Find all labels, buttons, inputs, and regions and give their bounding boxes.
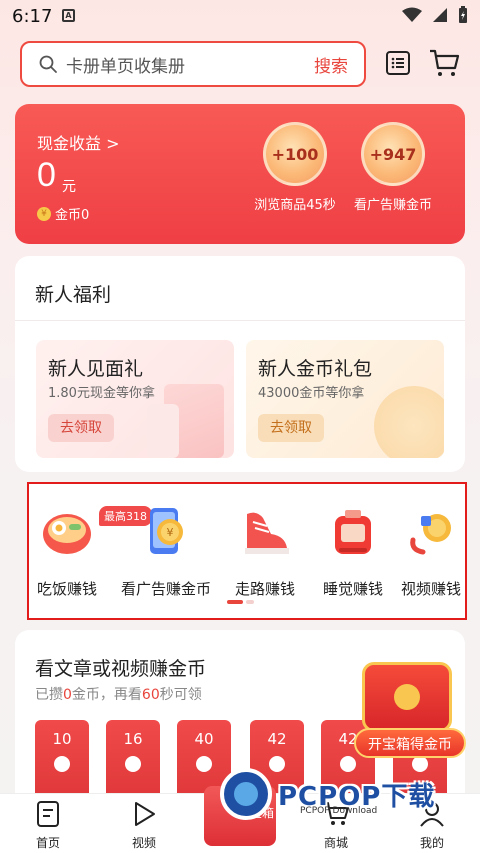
coin-icon: ¥ <box>37 206 51 221</box>
envelope-seal <box>125 756 141 772</box>
svg-text:¥: ¥ <box>167 526 174 539</box>
app-notification-icon: A <box>62 9 75 22</box>
reward-value: +100 <box>271 144 319 164</box>
status-time: 6:17 <box>12 6 53 27</box>
earn-tasks-row: 最高318 吃饭赚钱 ¥ 看广告赚金币 走路赚钱 睡觉赚钱 视频赚钱 <box>27 482 467 620</box>
gift-card-coins[interactable]: 新人金币礼包 43000金币等你拿 去领取 <box>246 340 444 458</box>
subtitle-text: 金币，再看 <box>71 687 142 703</box>
coin-balance-label: 金币0 <box>55 208 90 223</box>
red-envelope-illustration <box>147 404 179 458</box>
tab-mall[interactable]: 商城 <box>306 800 366 851</box>
reward-caption: 看广告赚金币 <box>353 198 432 213</box>
divider <box>15 320 465 321</box>
reward-value: +947 <box>369 144 417 164</box>
task-video[interactable]: 视频赚钱 <box>386 504 476 599</box>
page-dot-active <box>227 600 243 604</box>
seconds-remaining: 60 <box>141 687 160 703</box>
tab-treasure[interactable]: 宝箱 <box>204 782 276 850</box>
cash-amount: 0 <box>37 156 56 194</box>
task-label: 看广告赚金币 <box>121 580 212 598</box>
task-walk[interactable]: 走路赚钱 <box>220 504 310 599</box>
envelope-seal <box>54 756 70 772</box>
coin-envelope[interactable]: 16 <box>106 720 160 800</box>
envelope-value: 42 <box>267 730 287 748</box>
newcomer-welfare-card: 新人福利 新人见面礼 1.80元现金等你拿 去领取 新人金币礼包 43000金币… <box>15 256 465 472</box>
cash-unit: 元 <box>62 179 76 195</box>
gift-title: 新人见面礼 <box>48 358 144 380</box>
sneaker-icon <box>245 512 289 554</box>
tab-home[interactable]: 首页 <box>18 800 78 851</box>
coins-saved: 0 <box>63 687 72 703</box>
heart-lock-icon <box>394 684 420 710</box>
tab-label: 首页 <box>35 836 60 850</box>
reward-browse[interactable]: +100 浏览商品45秒 <box>240 122 350 213</box>
search-bar[interactable]: 卡册单页收集册 搜索 <box>20 41 366 87</box>
gift-card-meeting[interactable]: 新人见面礼 1.80元现金等你拿 去领取 <box>36 340 234 458</box>
tab-video[interactable]: 视频 <box>114 800 174 851</box>
home-doc-icon <box>37 801 59 827</box>
envelope-seal <box>196 756 212 772</box>
battery-icon <box>459 6 467 23</box>
task-eat[interactable]: 吃饭赚钱 <box>22 504 112 599</box>
claim-button[interactable]: 去领取 <box>48 414 114 442</box>
reward-ads[interactable]: +947 看广告赚金币 <box>338 122 448 213</box>
gift-subtitle: 43000金币等你拿 <box>258 386 365 401</box>
reward-caption: 浏览商品45秒 <box>254 198 336 213</box>
coin-balance: ¥ 金币0 <box>37 204 89 223</box>
task-label: 睡觉赚钱 <box>322 580 383 598</box>
list-icon[interactable] <box>385 50 411 76</box>
status-icons <box>402 6 468 24</box>
search-button[interactable]: 搜索 <box>314 52 348 77</box>
treasure-chest-button[interactable]: 开宝箱得金币 <box>350 656 470 764</box>
envelope-seal <box>269 756 285 772</box>
coin-envelope[interactable]: 10 <box>35 720 89 800</box>
phone-coin-icon: ¥ <box>150 508 183 554</box>
tab-label: 商城 <box>323 836 348 850</box>
claim-button[interactable]: 去领取 <box>258 414 324 442</box>
cash-earnings-label[interactable]: 现金收益 > <box>37 130 120 154</box>
video-coin-icon <box>410 514 451 555</box>
tab-mine[interactable]: 我的 <box>402 800 462 851</box>
cart-icon[interactable] <box>428 48 460 78</box>
page-dot <box>246 600 254 604</box>
wifi-icon <box>402 7 422 22</box>
status-bar: 6:17 A <box>0 0 480 34</box>
gift-title: 新人金币礼包 <box>258 358 373 380</box>
task-sleep[interactable]: 睡觉赚钱 <box>308 504 398 599</box>
search-input[interactable]: 卡册单页收集册 <box>66 52 314 77</box>
welfare-title: 新人福利 <box>35 284 112 306</box>
task-label: 吃饭赚钱 <box>36 580 97 598</box>
open-chest-label: 开宝箱得金币 <box>354 728 466 758</box>
reward-coin-icon: +947 <box>361 122 425 186</box>
signal-icon <box>433 8 447 22</box>
play-icon <box>135 802 155 826</box>
tab-label: 视频 <box>131 836 156 850</box>
bowl-icon <box>43 514 91 554</box>
envelope-value: 16 <box>123 730 143 748</box>
gift-subtitle: 1.80元现金等你拿 <box>48 386 155 401</box>
tab-center-label: 宝箱 <box>250 806 275 820</box>
envelope-value: 10 <box>52 730 72 748</box>
cart-icon <box>324 802 349 825</box>
article-subtitle: 已攒0金币，再看60秒可领 <box>35 684 202 704</box>
envelope-value: 40 <box>194 730 214 748</box>
task-label: 视频赚钱 <box>400 580 461 598</box>
subtitle-text: 秒可领 <box>159 687 202 703</box>
subtitle-text: 已攒 <box>35 687 63 703</box>
gold-coin-illustration <box>374 386 444 458</box>
search-icon <box>39 55 57 73</box>
cash-earnings-card[interactable]: 现金收益 > 0 元 ¥ 金币0 +100 浏览商品45秒 +947 看广告赚金… <box>15 104 465 244</box>
task-watch-ads[interactable]: ¥ 看广告赚金币 <box>121 504 211 599</box>
user-icon <box>420 802 444 827</box>
alarm-clock-icon <box>335 510 371 554</box>
reward-coin-icon: +100 <box>263 122 327 186</box>
page-indicator <box>227 600 254 604</box>
article-title: 看文章或视频赚金币 <box>35 658 207 680</box>
tab-label: 我的 <box>419 836 444 850</box>
task-label: 走路赚钱 <box>234 580 295 598</box>
